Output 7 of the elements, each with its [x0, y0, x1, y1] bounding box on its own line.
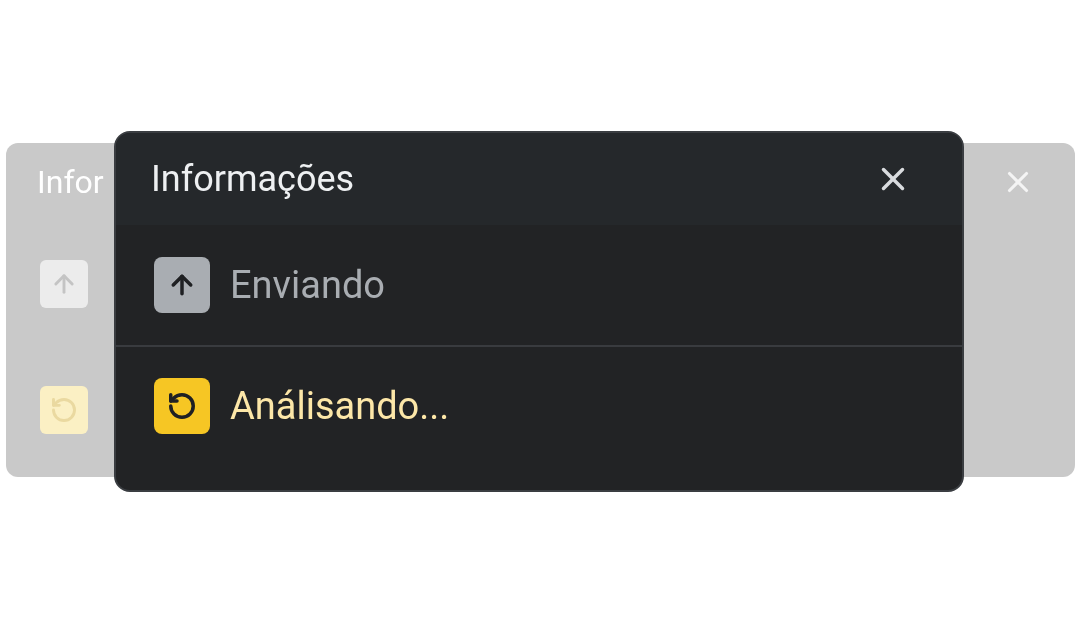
status-icon [154, 378, 210, 434]
status-icon [40, 386, 88, 434]
dialog-title: Informações [151, 157, 355, 202]
status-icon [154, 257, 210, 313]
status-icon [40, 260, 88, 308]
status-label: Enviando [230, 261, 385, 309]
status-label: Análisando... [230, 382, 450, 430]
